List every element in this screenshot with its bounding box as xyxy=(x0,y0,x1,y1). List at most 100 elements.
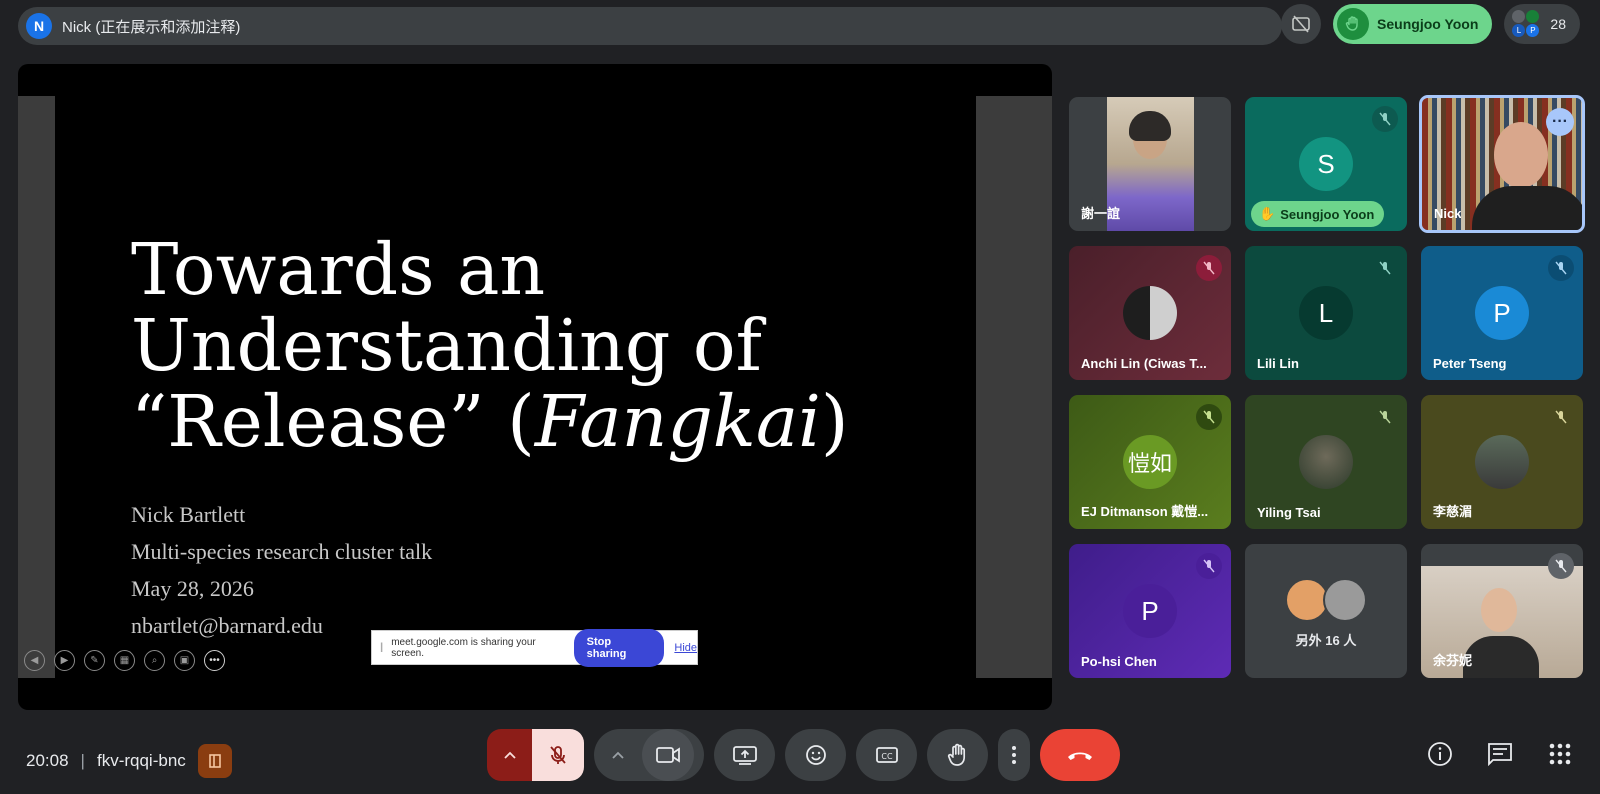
slide-letterbox-right xyxy=(976,96,1052,678)
activities-button[interactable] xyxy=(1544,738,1576,770)
slide-info: Nick Bartlett Multi-species research clu… xyxy=(131,496,432,644)
current-time: 20:08 xyxy=(26,751,69,770)
apps-grid-icon xyxy=(1549,743,1571,765)
presenter-avatar: N xyxy=(26,13,52,39)
slide-toolbar: ◀ ▶ ✎ ▦ ⌕ ▣ ••• xyxy=(24,650,225,671)
mic-off-icon xyxy=(1372,106,1398,132)
face-shape xyxy=(1494,122,1548,188)
others-tile[interactable]: 另外 16 人 xyxy=(1245,544,1407,678)
shared-screen: Towards an Understanding of “Release” (F… xyxy=(18,64,1052,710)
mini-avatar-photo xyxy=(1512,10,1526,23)
participant-avatar: P xyxy=(1123,584,1177,638)
participant-tile[interactable]: L Lili Lin xyxy=(1245,246,1407,380)
title-prefix: “Release” ( xyxy=(131,380,535,463)
drag-grip-icon[interactable]: || xyxy=(380,642,384,653)
present-screen-button[interactable] xyxy=(714,729,775,781)
separator: | xyxy=(80,751,85,770)
chat-button[interactable] xyxy=(1484,738,1516,770)
meeting-code: fkv-rqqi-bnc xyxy=(96,751,186,770)
participant-count: 28 xyxy=(1550,16,1566,32)
raised-hand-badge: ✋ Seungjoo Yoon xyxy=(1251,201,1385,227)
participant-tile[interactable]: Yiling Tsai xyxy=(1245,395,1407,529)
more-options-button[interactable] xyxy=(998,729,1030,781)
svg-text:CC: CC xyxy=(881,752,893,761)
mic-off-icon xyxy=(550,746,566,764)
participant-tile[interactable]: P Po-hsi Chen xyxy=(1069,544,1231,678)
participant-video xyxy=(1107,97,1194,231)
camera-control-group xyxy=(594,729,704,781)
more-options-icon[interactable]: ··· xyxy=(1546,108,1574,136)
slide-title-line: Towards an xyxy=(131,228,546,311)
participant-name: Seungjoo Yoon xyxy=(1280,206,1375,222)
raised-hand-indicator[interactable]: Seungjoo Yoon xyxy=(1333,4,1493,44)
participant-photo-avatar xyxy=(1475,435,1529,489)
previous-slide-icon[interactable]: ◀ xyxy=(24,650,45,671)
more-options-icon[interactable]: ••• xyxy=(204,650,225,671)
mic-control-group xyxy=(487,729,584,781)
mini-avatar-green xyxy=(1526,10,1540,23)
hide-self-view-button[interactable] xyxy=(1281,4,1322,44)
slide-title-line: “Release” (Fangkai) xyxy=(131,384,849,460)
participant-name: Yiling Tsai xyxy=(1257,505,1321,520)
participant-name: EJ Ditmanson 戴愷... xyxy=(1081,504,1209,519)
participant-name: Lili Lin xyxy=(1257,356,1299,371)
participant-photo-avatar xyxy=(1123,286,1177,340)
face-shape xyxy=(1481,588,1517,632)
participant-name: Po-hsi Chen xyxy=(1081,654,1157,669)
participant-tile[interactable]: 余芬妮 xyxy=(1421,544,1583,678)
participant-name: Nick xyxy=(1434,206,1462,221)
stop-sharing-button[interactable]: Stop sharing xyxy=(573,628,665,667)
participant-tile[interactable]: Anchi Lin (Ciwas T... xyxy=(1069,246,1231,380)
mic-off-icon xyxy=(1372,404,1398,430)
participant-tile[interactable]: P Peter Tseng xyxy=(1421,246,1583,380)
share-message: meet.google.com is sharing your screen. xyxy=(391,636,536,659)
microphone-toggle-button[interactable] xyxy=(532,729,584,781)
camera-toggle-button[interactable] xyxy=(642,729,694,781)
next-slide-icon[interactable]: ▶ xyxy=(54,650,75,671)
chevron-up-icon xyxy=(503,751,516,759)
slide-author: Nick Bartlett xyxy=(131,502,246,527)
side-panel-controls xyxy=(1424,738,1576,770)
meeting-details-button[interactable] xyxy=(1424,738,1456,770)
others-count: 另外 16 人 xyxy=(1295,633,1357,648)
presenter-bar[interactable]: N Nick (正在展示和添加注释) xyxy=(18,7,1282,45)
participant-tile-active[interactable]: ··· Nick xyxy=(1419,95,1585,233)
participant-tile[interactable]: S ✋ Seungjoo Yoon xyxy=(1245,97,1407,231)
host-controls-button[interactable] xyxy=(197,744,232,778)
pen-icon[interactable]: ✎ xyxy=(84,650,105,671)
present-screen-icon xyxy=(732,746,757,765)
slides-grid-icon[interactable]: ▦ xyxy=(114,650,135,671)
mic-off-icon xyxy=(1196,553,1222,579)
mic-off-icon xyxy=(1196,255,1222,281)
raised-hand-name: Seungjoo Yoon xyxy=(1377,16,1479,32)
participant-avatar: 愷如 xyxy=(1123,435,1177,489)
audio-settings-button[interactable] xyxy=(487,729,532,781)
slide-title-line: Understanding of xyxy=(131,304,762,387)
leave-call-button[interactable] xyxy=(1040,729,1120,781)
participant-name: 余芬妮 xyxy=(1433,653,1473,668)
participant-avatar: S xyxy=(1299,137,1353,191)
hide-banner-link[interactable]: Hide xyxy=(674,642,697,654)
captions-button[interactable]: CC xyxy=(856,729,917,781)
participant-tile[interactable]: 李慈湄 xyxy=(1421,395,1583,529)
participant-tile[interactable]: 謝一誼 xyxy=(1069,97,1231,231)
participant-mini-avatars: L P xyxy=(1512,10,1540,38)
camera-off-icon[interactable]: ▣ xyxy=(174,650,195,671)
mic-off-icon xyxy=(1372,255,1398,281)
raised-hand-icon: ✋ xyxy=(1259,206,1276,221)
zoom-icon[interactable]: ⌕ xyxy=(144,650,165,671)
participant-tile[interactable]: 愷如 EJ Ditmanson 戴愷... xyxy=(1069,395,1231,529)
participant-avatar: L xyxy=(1299,286,1353,340)
no-video-tile-icon xyxy=(1292,15,1310,33)
participants-button[interactable]: L P 28 xyxy=(1504,4,1580,44)
participant-photo-avatar xyxy=(1323,578,1367,622)
call-controls: CC xyxy=(487,729,1120,781)
video-settings-button[interactable] xyxy=(594,751,642,759)
raise-hand-button[interactable] xyxy=(927,729,988,781)
mic-off-icon xyxy=(1548,404,1574,430)
participant-photo-avatar xyxy=(1299,435,1353,489)
info-icon xyxy=(1428,742,1452,766)
reactions-button[interactable] xyxy=(785,729,846,781)
title-italic: Fangkai xyxy=(534,380,821,463)
participant-name: Anchi Lin (Ciwas T... xyxy=(1081,356,1207,371)
